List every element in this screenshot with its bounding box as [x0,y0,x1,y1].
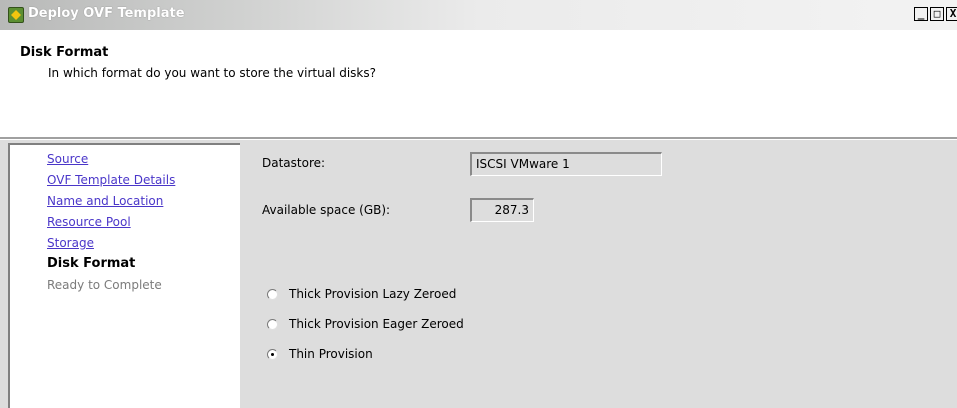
datastore-label: Datastore: [262,156,326,170]
close-button[interactable]: X [946,7,957,21]
sidebar-item-storage[interactable]: Storage [47,236,94,250]
radio-button[interactable] [267,319,278,330]
vsphere-app-icon [8,7,24,23]
sidebar-item-disk-format: Disk Format [47,256,136,271]
title-bar: Deploy OVF Template _ □ X [0,0,957,30]
wizard-header: Disk Format In which format do you want … [0,30,957,137]
available-space-field: 287.3 [470,198,534,222]
sidebar-item-ready-to-complete: Ready to Complete [47,278,162,292]
sidebar-item-resource-pool[interactable]: Resource Pool [47,215,131,229]
sidebar-item-name-and-location[interactable]: Name and Location [47,194,163,208]
datastore-field: ISCSI VMware 1 [470,152,662,176]
minimize-button[interactable]: _ [914,7,928,21]
sidebar-item-source[interactable]: Source [47,152,88,166]
available-space-label: Available space (GB): [262,203,391,217]
sidebar-item-ovf-template-details[interactable]: OVF Template Details [47,173,175,187]
maximize-button[interactable]: □ [930,7,944,21]
window-title: Deploy OVF Template [28,6,185,21]
thick-eager-zeroed-label: Thick Provision Eager Zeroed [289,317,464,331]
wizard-steps-sidebar: Source OVF Template Details Name and Loc… [8,143,240,408]
radio-button[interactable] [267,289,278,300]
radio-button[interactable] [267,349,278,360]
thick-lazy-zeroed-label: Thick Provision Lazy Zeroed [289,287,457,301]
page-subtitle: In which format do you want to store the… [48,66,377,80]
thin-provision-label: Thin Provision [289,347,373,361]
page-title: Disk Format [20,45,109,60]
